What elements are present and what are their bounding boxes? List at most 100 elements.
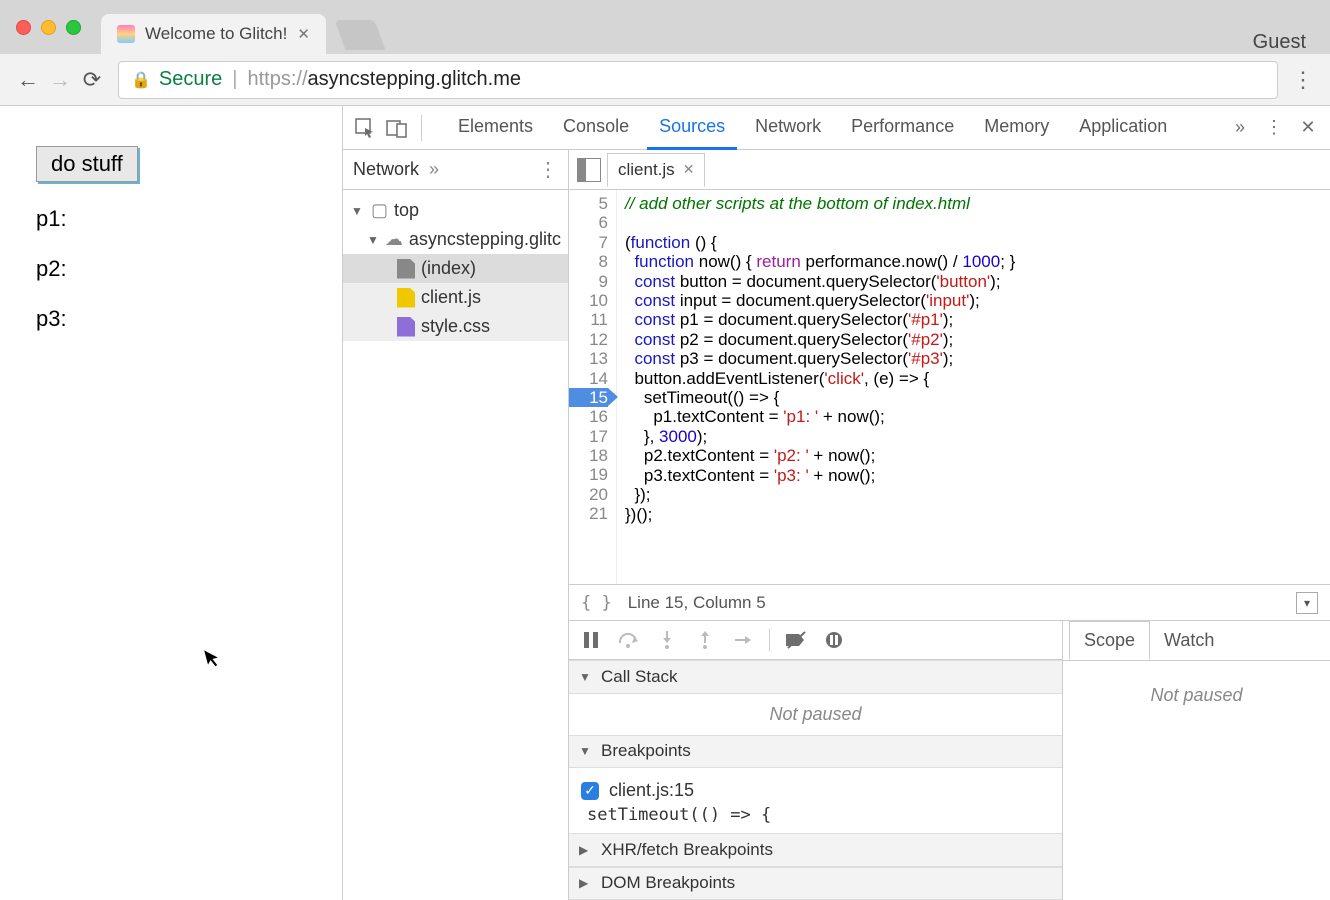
pause-icon[interactable] — [579, 628, 603, 652]
step-icon[interactable] — [731, 628, 755, 652]
more-tabs-icon[interactable]: » — [1226, 114, 1254, 142]
navigator-mode[interactable]: Network — [353, 159, 419, 180]
devtools-tab-application[interactable]: Application — [1067, 106, 1179, 150]
navigator-more-icon[interactable]: » — [429, 159, 439, 180]
scope-tab[interactable]: Scope — [1069, 621, 1150, 660]
lock-icon: 🔒 — [131, 70, 151, 90]
reload-button[interactable]: ⟳ — [76, 64, 108, 96]
window-titlebar: Welcome to Glitch! ✕ Guest — [0, 0, 1330, 54]
devtools-tab-sources[interactable]: Sources — [647, 106, 737, 150]
disclosure-icon[interactable]: ▼ — [351, 204, 365, 218]
file-style-css[interactable]: style.css — [343, 312, 568, 341]
devtools-tabs: ElementsConsoleSourcesNetworkPerformance… — [446, 106, 1179, 150]
disclosure-icon[interactable]: ▼ — [579, 744, 593, 758]
step-over-icon[interactable] — [617, 628, 641, 652]
scope-body: Not paused — [1063, 661, 1330, 716]
breakpoint-item[interactable]: ✓ client.js:15 — [581, 776, 1050, 805]
devtools-tab-memory[interactable]: Memory — [972, 106, 1061, 150]
devtools-tab-console[interactable]: Console — [551, 106, 641, 150]
browser-tab-active[interactable]: Welcome to Glitch! ✕ — [101, 14, 326, 54]
new-tab-button[interactable] — [334, 20, 385, 50]
breakpoints-body: ✓ client.js:15 setTimeout(() => { — [569, 768, 1062, 833]
navigator-menu-icon[interactable]: ⋮ — [538, 157, 558, 182]
browser-menu-button[interactable]: ⋮ — [1288, 67, 1318, 93]
tab-title: Welcome to Glitch! — [145, 24, 287, 44]
watch-tab[interactable]: Watch — [1150, 622, 1228, 659]
close-tab-icon[interactable]: ✕ — [297, 25, 310, 43]
tab-strip: Welcome to Glitch! ✕ Guest — [101, 0, 1330, 54]
pretty-print-icon[interactable]: { } — [581, 593, 612, 613]
devtools-panel: ElementsConsoleSourcesNetworkPerformance… — [342, 106, 1330, 900]
editor-status-bar: { } Line 15, Column 5 ▾ — [569, 584, 1330, 620]
window-controls — [0, 20, 81, 35]
cloud-icon — [385, 229, 403, 250]
devtools-tab-elements[interactable]: Elements — [446, 106, 545, 150]
pause-on-exceptions-icon[interactable] — [822, 628, 846, 652]
profile-label[interactable]: Guest — [1253, 31, 1330, 54]
forward-button[interactable]: → — [44, 64, 76, 96]
disclosure-icon[interactable]: ▶ — [579, 843, 593, 857]
devtools-menu-icon[interactable]: ⋮ — [1260, 114, 1288, 142]
source-tab-clientjs[interactable]: client.js ✕ — [607, 153, 705, 187]
secure-label: Secure — [159, 68, 222, 91]
browser-toolbar: ← → ⟳ 🔒 Secure | https://asyncstepping.g… — [0, 54, 1330, 106]
minimize-window-button[interactable] — [41, 20, 56, 35]
code-editor-column: client.js ✕ 5678910111213141516171819202… — [569, 150, 1330, 900]
breakpoint-checkbox[interactable]: ✓ — [581, 782, 599, 800]
debugger-toolbar — [569, 621, 1062, 660]
p2-text: p2: — [36, 256, 306, 282]
devtools-tab-network[interactable]: Network — [743, 106, 833, 150]
back-button[interactable]: ← — [12, 64, 44, 96]
p1-text: p1: — [36, 206, 306, 232]
tree-top[interactable]: ▼ top — [343, 196, 568, 225]
do-stuff-button[interactable]: do stuff — [36, 146, 138, 182]
divider: | — [232, 68, 237, 91]
disclosure-icon[interactable]: ▼ — [579, 670, 593, 684]
doc-file-icon — [397, 259, 415, 279]
disclosure-icon[interactable]: ▶ — [579, 876, 593, 890]
cursor-position: Line 15, Column 5 — [628, 593, 766, 613]
breakpoint-location: client.js:15 — [609, 780, 694, 801]
tree-domain[interactable]: ▼ asyncstepping.glitc — [343, 225, 568, 254]
editor-tabs: client.js ✕ — [569, 150, 1330, 190]
coverage-dropdown-icon[interactable]: ▾ — [1296, 592, 1318, 614]
breakpoints-header[interactable]: ▼ Breakpoints — [569, 735, 1062, 768]
navigator-toggle-icon[interactable] — [577, 158, 601, 182]
frame-icon — [371, 200, 388, 221]
deactivate-breakpoints-icon[interactable] — [784, 628, 808, 652]
step-out-icon[interactable] — [693, 628, 717, 652]
navigator-header: Network » ⋮ — [343, 150, 568, 190]
line-gutter[interactable]: 56789101112131415161718192021 — [569, 190, 617, 584]
mouse-cursor-icon — [202, 644, 226, 672]
devtools-tab-performance[interactable]: Performance — [839, 106, 966, 150]
zoom-window-button[interactable] — [66, 20, 81, 35]
breakpoint-snippet: setTimeout(() => { — [581, 805, 1050, 825]
sources-navigator: Network » ⋮ ▼ top ▼ asyncstepping.glitc — [343, 150, 569, 900]
call-stack-header[interactable]: ▼ Call Stack — [569, 660, 1062, 693]
device-toolbar-icon[interactable] — [383, 114, 411, 142]
file--index-[interactable]: (index) — [343, 254, 568, 283]
p3-text: p3: — [36, 306, 306, 332]
css-file-icon — [397, 317, 415, 337]
file-tree: ▼ top ▼ asyncstepping.glitc (index)clien… — [343, 190, 568, 347]
code-content[interactable]: // add other scripts at the bottom of in… — [617, 190, 1023, 584]
code-editor[interactable]: 56789101112131415161718192021 // add oth… — [569, 190, 1330, 584]
address-bar[interactable]: 🔒 Secure | https://asyncstepping.glitch.… — [118, 61, 1278, 99]
inspect-element-icon[interactable] — [351, 114, 379, 142]
dom-breakpoints-header[interactable]: ▶ DOM Breakpoints — [569, 867, 1062, 900]
close-tab-icon[interactable]: ✕ — [683, 161, 695, 178]
url-scheme: https:// — [248, 68, 308, 91]
js-file-icon — [397, 288, 415, 308]
debugger-pane: ▼ Call Stack Not paused ▼ Breakpoints ✓ … — [569, 620, 1330, 900]
debugger-right: Scope Watch Not paused — [1063, 621, 1330, 900]
xhr-breakpoints-header[interactable]: ▶ XHR/fetch Breakpoints — [569, 833, 1062, 866]
step-into-icon[interactable] — [655, 628, 679, 652]
separator — [769, 629, 770, 651]
disclosure-icon[interactable]: ▼ — [367, 233, 379, 247]
close-window-button[interactable] — [16, 20, 31, 35]
debugger-left: ▼ Call Stack Not paused ▼ Breakpoints ✓ … — [569, 621, 1063, 900]
favicon-icon — [117, 25, 135, 43]
file-client-js[interactable]: client.js — [343, 283, 568, 312]
close-devtools-icon[interactable]: ✕ — [1294, 114, 1322, 142]
separator — [421, 115, 422, 141]
